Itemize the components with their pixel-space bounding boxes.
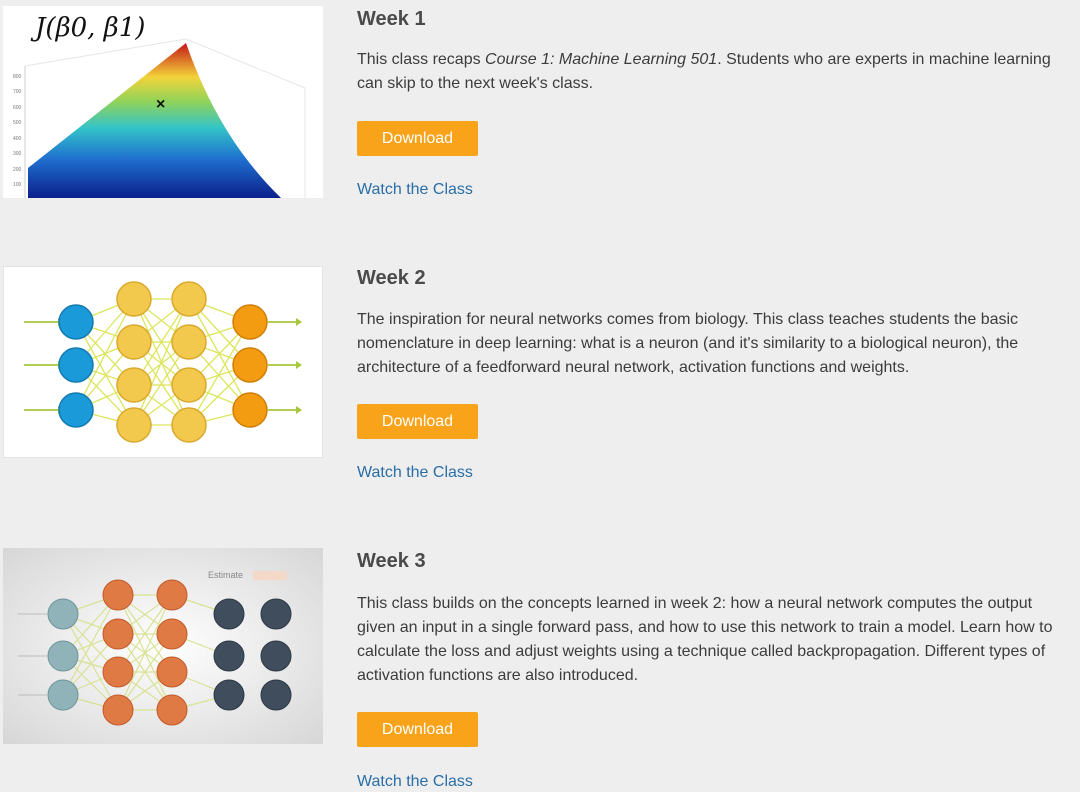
week-2-title: Week 2 <box>357 267 426 289</box>
week-1-download-button[interactable]: Download <box>357 121 478 156</box>
neural-network-image <box>24 281 302 443</box>
minimum-marker-icon: × <box>156 96 165 113</box>
week-2-content: Week 2 The inspiration for neural networ… <box>357 266 1072 481</box>
week-1-content: Week 1 This class recaps Course 1: Machi… <box>357 7 1072 198</box>
week-3-content: Week 3 This class builds on the concepts… <box>357 549 1072 790</box>
week-2-watch-link[interactable]: Watch the Class <box>357 463 473 483</box>
week-1-description: This class recaps Course 1: Machine Lear… <box>357 51 1051 92</box>
estimate-label: Estimate <box>208 570 243 580</box>
week-3-download-button[interactable]: Download <box>357 712 478 747</box>
cost-function-label: J(β0, β1) <box>30 13 145 43</box>
week-3-thumbnail: Estimate <box>3 548 323 744</box>
svg-text:800: 800 <box>13 74 22 80</box>
course-name: Course 1: Machine Learning 501 <box>485 51 718 68</box>
week-1-watch-link[interactable]: Watch the Class <box>357 180 473 200</box>
svg-text:500: 500 <box>13 120 22 126</box>
svg-text:300: 300 <box>13 151 22 157</box>
week-3-watch-link[interactable]: Watch the Class <box>357 772 473 792</box>
svg-text:200: 200 <box>13 167 22 173</box>
svg-text:100: 100 <box>13 182 22 188</box>
forward-pass-network-image: Estimate <box>3 548 323 744</box>
week-3-description: This class builds on the concepts learne… <box>357 595 1053 684</box>
cost-surface-plot-image: 800 700 600 500 400 300 200 100 × J(β0, … <box>13 13 306 198</box>
svg-text:600: 600 <box>13 105 22 111</box>
week-2-download-button[interactable]: Download <box>357 404 478 439</box>
week-2-description: The inspiration for neural networks come… <box>357 311 1019 376</box>
week-3-title: Week 3 <box>357 550 426 572</box>
week-2-thumbnail <box>3 266 323 458</box>
week-1-title: Week 1 <box>357 8 426 30</box>
week-1-thumbnail: 800 700 600 500 400 300 200 100 × J(β0, … <box>3 6 323 198</box>
svg-text:700: 700 <box>13 89 22 95</box>
svg-text:400: 400 <box>13 136 22 142</box>
